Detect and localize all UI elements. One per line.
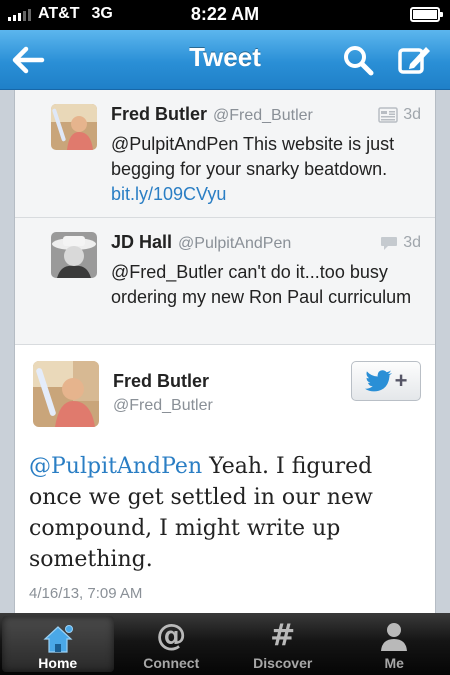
tab-discover[interactable]: # Discover xyxy=(227,613,339,675)
avatar[interactable] xyxy=(51,232,97,278)
tweet-detail-card: Fred Butler @Fred_Butler 3d @PulpitAndPen… xyxy=(14,90,436,613)
status-time: 8:22 AM xyxy=(190,4,260,24)
tweet-text: @Fred_Butler can't do it...too busy orde… xyxy=(111,262,412,307)
tweet-age: 3d xyxy=(403,234,421,251)
summary-card-icon xyxy=(378,107,398,123)
tab-label: Me xyxy=(384,655,404,671)
tab-connect[interactable]: @ Connect xyxy=(116,613,228,675)
author-handle: @Fred_Butler xyxy=(113,397,213,414)
person-icon xyxy=(377,619,411,653)
conversation-bubble-icon xyxy=(381,237,398,250)
compose-button[interactable] xyxy=(396,42,432,78)
tab-home[interactable]: Home xyxy=(2,616,114,672)
tweet-age: 3d xyxy=(403,106,421,123)
status-bar: AT&T 3G 8:22 AM xyxy=(0,0,450,30)
conversation-thread: Fred Butler @Fred_Butler 3d @PulpitAndPen… xyxy=(15,90,435,345)
tweet-text: @PulpitAndPen This website is just beggi… xyxy=(111,134,395,204)
compose-icon xyxy=(398,47,430,74)
battery-icon xyxy=(410,7,443,22)
tweet-mention[interactable]: @PulpitAndPen xyxy=(29,454,202,479)
home-icon xyxy=(41,622,75,656)
avatar-photo xyxy=(51,104,97,150)
tweet-meta: 3d xyxy=(378,106,421,124)
author-handle: @PulpitAndPen xyxy=(178,235,292,252)
hash-icon: # xyxy=(270,618,296,653)
thread-tweet[interactable]: JD Hall @PulpitAndPen 3d @Fred_Butler can… xyxy=(15,218,435,345)
search-icon xyxy=(344,46,374,76)
tab-label: Home xyxy=(38,655,78,671)
tweet-text: @PulpitAndPen Yeah. I figured once we ge… xyxy=(29,454,373,572)
search-button[interactable] xyxy=(340,42,376,78)
follow-bird-plus-icon xyxy=(364,370,392,392)
thread-tweet[interactable]: Fred Butler @Fred_Butler 3d @PulpitAndPen… xyxy=(15,90,435,218)
tab-me[interactable]: Me xyxy=(339,613,450,675)
tab-label: Connect xyxy=(143,655,200,671)
tab-label: Discover xyxy=(253,655,313,671)
tab-bar: Home @ Connect # Discover Me xyxy=(0,613,450,675)
follow-plus: + xyxy=(394,368,408,393)
page-title: Tweet xyxy=(189,42,261,72)
main-tweet: Fred Butler @Fred_Butler + @PulpitAndPen… xyxy=(15,345,435,613)
avatar[interactable] xyxy=(51,104,97,150)
author-name: Fred Butler xyxy=(113,371,210,391)
tweet-meta: 3d xyxy=(380,234,421,252)
avatar-photo xyxy=(51,232,97,278)
nav-bar: Tweet xyxy=(0,30,450,90)
tweet-timestamp: 4/16/13, 7:09 AM xyxy=(29,585,143,602)
at-sign-icon: @ xyxy=(156,618,187,653)
author-name: JD Hall @PulpitAndPen xyxy=(111,232,292,252)
follow-button[interactable]: + xyxy=(351,361,421,401)
avatar-photo xyxy=(33,361,99,427)
author-handle: @Fred_Butler xyxy=(213,107,313,124)
content-area: Fred Butler @Fred_Butler 3d @PulpitAndPen… xyxy=(0,90,450,613)
author-name: Fred Butler @Fred_Butler xyxy=(111,104,313,124)
tweet-link[interactable]: bit.ly/109CVyu xyxy=(111,184,226,204)
avatar[interactable] xyxy=(33,361,99,427)
